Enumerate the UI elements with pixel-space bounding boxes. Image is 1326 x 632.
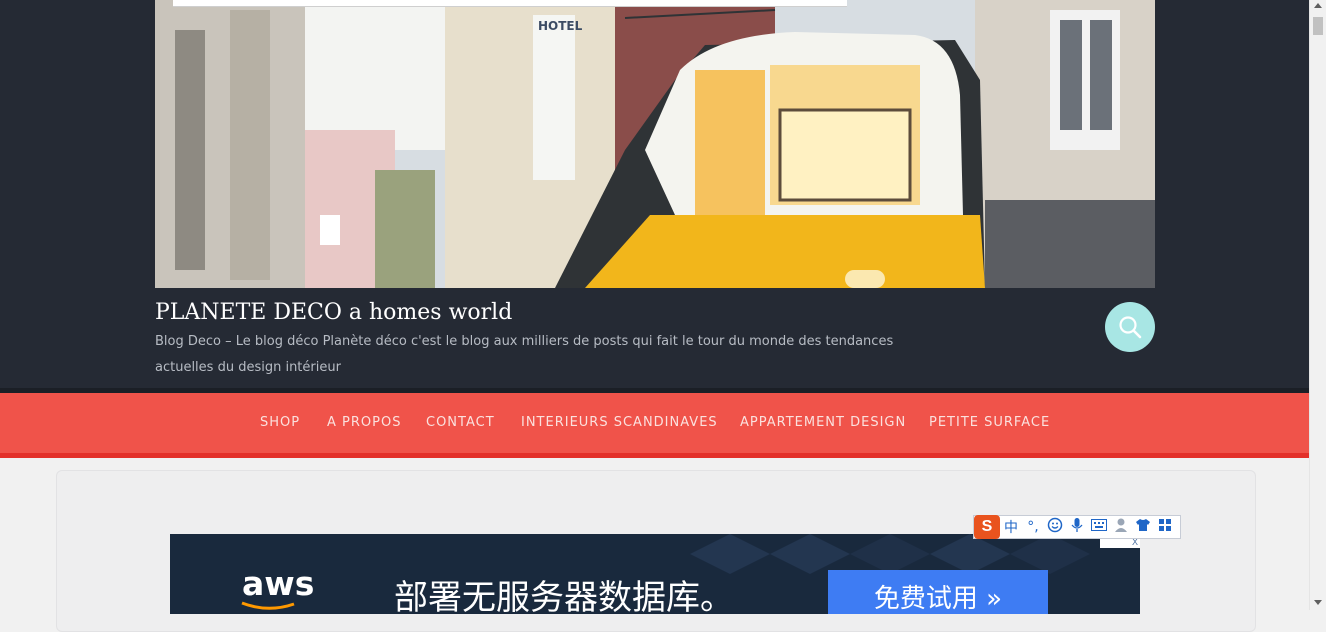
ime-punctuation-toggle[interactable]: °,	[1022, 519, 1044, 535]
scroll-up-arrow-icon[interactable]	[1314, 3, 1322, 8]
aws-logo: aws	[242, 564, 315, 603]
user-icon[interactable]	[1110, 517, 1132, 537]
nav-item-a-propos[interactable]: A PROPOS	[327, 415, 401, 430]
emoji-icon[interactable]	[1044, 517, 1066, 537]
search-button[interactable]	[1105, 302, 1155, 352]
microphone-icon[interactable]	[1066, 517, 1088, 537]
site-title[interactable]: PLANETE DECO a homes world	[155, 300, 512, 325]
site-description: Blog Deco – Le blog déco Planète déco c'…	[155, 334, 894, 375]
aws-smile-icon	[241, 601, 295, 610]
search-icon	[1119, 316, 1142, 339]
vertical-scrollbar[interactable]	[1309, 0, 1326, 610]
skin-shirt-icon[interactable]	[1132, 518, 1154, 536]
hotel-sign: HOTEL	[538, 19, 583, 33]
ad-headline: 部署无服务器数据库。	[394, 578, 734, 614]
toolbox-grid-icon[interactable]	[1154, 518, 1176, 536]
ad-cta-button[interactable]: 免费试用 »	[828, 570, 1048, 614]
ad-banner[interactable]: aws 部署无服务器数据库。 免费试用 »	[170, 534, 1140, 614]
nav-item-shop[interactable]: SHOP	[260, 415, 300, 430]
keyboard-icon[interactable]	[1088, 519, 1110, 535]
nav-item-appartement-design[interactable]: APPARTEMENT DESIGN	[740, 415, 906, 430]
main-navigation: SHOP A PROPOS CONTACT INTERIEURS SCANDIN…	[0, 393, 1309, 458]
nav-item-interieurs-scandinaves[interactable]: INTERIEURS SCANDINAVES	[521, 415, 718, 430]
ime-toolbar: S 中 °,	[973, 515, 1181, 539]
header-image-overlay	[173, 0, 847, 7]
header-image: HOTEL	[155, 0, 1155, 288]
nav-item-contact[interactable]: CONTACT	[426, 415, 495, 430]
nav-item-petite-surface[interactable]: PETITE SURFACE	[929, 415, 1050, 430]
ime-mode-toggle[interactable]: 中	[1000, 517, 1022, 537]
scroll-down-arrow-icon[interactable]	[1314, 600, 1322, 605]
scrollbar-thumb[interactable]	[1313, 17, 1323, 35]
sogou-logo-icon[interactable]: S	[974, 515, 1000, 539]
